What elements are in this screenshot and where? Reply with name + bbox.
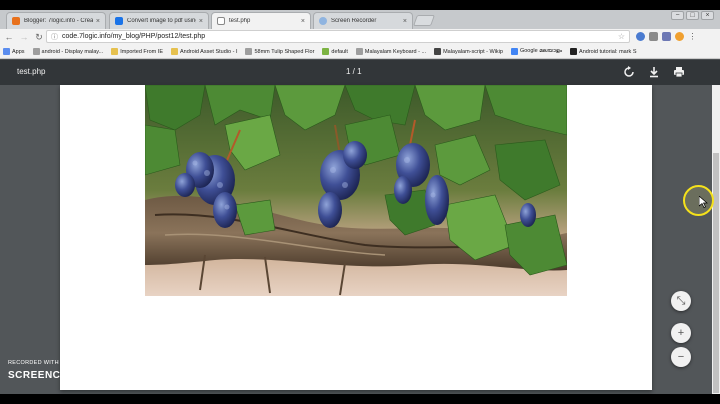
address-bar[interactable]: ⓘ code.7logic.info/my_blog/PHP/post12/te… [46, 30, 630, 43]
watermark-brand-left: SCREENCAST [8, 369, 82, 381]
pdf-title: test.php [17, 67, 46, 76]
minus-icon: − [677, 351, 685, 363]
mouse-cursor-icon [699, 196, 708, 208]
bookmark-label: default [331, 48, 348, 55]
scrollbar-thumb[interactable] [713, 153, 719, 393]
pdf-page [60, 85, 652, 390]
screencast-o-matic-logo-icon [84, 368, 99, 382]
close-icon[interactable]: × [199, 18, 203, 25]
minimize-button[interactable]: − [671, 11, 684, 20]
maximize-button[interactable]: □ [686, 11, 699, 20]
info-icon[interactable]: ⓘ [51, 32, 58, 42]
extension-blue-icon[interactable] [636, 32, 645, 41]
google-icon [510, 48, 518, 55]
star-icon[interactable]: ☆ [618, 32, 625, 41]
bookmark-item[interactable]: Malayalam Keyboard - ... [355, 48, 427, 55]
bookmark-label: android - Display malay... [41, 48, 104, 55]
tab-label: test.php [229, 18, 251, 24]
bookmarks-bar: Apps android - Display malay... Imported… [0, 45, 720, 59]
close-window-button[interactable]: × [701, 11, 714, 20]
extension-orange-icon[interactable] [675, 32, 684, 41]
pdf-viewer[interactable]: ⤡ + − [0, 85, 720, 394]
close-icon[interactable]: × [96, 18, 100, 25]
zoom-in-button[interactable]: + [671, 323, 691, 343]
url-text: code.7logic.info/my_blog/PHP/post12/test… [62, 33, 206, 40]
bookmark-folder[interactable]: Android Asset Studio - I [171, 48, 237, 55]
bookmark-label: 58mm Tulip Shaped Flor [254, 48, 315, 55]
tab-strip: Blogger: 7logic.info - Create × Convert … [0, 0, 720, 29]
browser-toolbar: ← → ↻ ⓘ code.7logic.info/my_blog/PHP/pos… [0, 29, 720, 45]
pdf-toolbar: test.php 1 / 1 [0, 60, 720, 85]
zoom-out-button[interactable]: − [671, 347, 691, 367]
watermark-line1: RECORDED WITH [8, 360, 59, 366]
bookmark-item[interactable]: Malayalam-script - Wikip [434, 48, 503, 55]
window-controls: − □ × [671, 11, 714, 20]
menu-icon[interactable]: ⋮ [688, 32, 697, 41]
page-icon [245, 48, 253, 55]
tab-blogger[interactable]: Blogger: 7logic.info - Create × [6, 12, 106, 29]
bookmark-apps[interactable]: Apps [3, 48, 25, 55]
plus-icon: + [677, 327, 685, 339]
screen: Blogger: 7logic.info - Create × Convert … [0, 0, 720, 404]
tab-label: Convert image to pdf using [127, 18, 196, 24]
close-icon[interactable]: × [301, 18, 305, 25]
bookmark-label: Google മലയാളം [519, 48, 563, 54]
grapevine-image [145, 85, 567, 296]
page-icon [32, 48, 40, 55]
grapevine-illustration [145, 85, 567, 296]
bookmark-item[interactable]: android - Display malay... [32, 48, 104, 55]
bookmark-label: Android Asset Studio - I [180, 48, 238, 55]
bottom-letterbox [0, 394, 720, 404]
keyboard-icon [355, 48, 363, 55]
watermark-brand-right: MATIC [101, 369, 136, 381]
extension-php-icon[interactable] [662, 32, 671, 41]
blogger-icon [12, 17, 20, 25]
page-indicator: 1 / 1 [346, 67, 362, 76]
bookmark-label: Malayalam-script - Wikip [443, 48, 503, 55]
folder-icon [171, 48, 178, 55]
bookmark-label: Malayalam Keyboard - ... [364, 48, 427, 55]
bookmark-item[interactable]: default [322, 48, 348, 55]
bookmark-label: Apps [12, 48, 25, 55]
bookmark-label: Android tutorial: mark S [579, 48, 637, 55]
tab-test-php[interactable]: test.php × [211, 12, 311, 29]
apps-grid-icon [3, 48, 10, 55]
forward-icon[interactable]: → [18, 31, 30, 43]
tab-screen-recorder[interactable]: Screen Recorder × [313, 12, 413, 29]
print-icon[interactable] [673, 66, 685, 78]
scrollbar[interactable] [712, 85, 720, 394]
recording-watermark: RECORDED WITH SCREENCAST MATIC [8, 360, 135, 382]
tab-convert-image[interactable]: Convert image to pdf using × [109, 12, 209, 29]
bookmark-folder[interactable]: Imported From IE [111, 48, 163, 55]
page-icon [570, 48, 578, 55]
fit-page-icon: ⤡ [676, 295, 686, 307]
fit-to-page-button[interactable]: ⤡ [671, 291, 691, 311]
wikipedia-icon [434, 48, 442, 55]
bookmark-item[interactable]: Android tutorial: mark S [570, 48, 637, 55]
document-icon [217, 17, 225, 25]
close-icon[interactable]: × [403, 18, 407, 25]
back-icon[interactable]: ← [3, 31, 15, 43]
extension-icons: ⋮ [636, 32, 697, 41]
new-tab-button[interactable] [412, 15, 436, 26]
extension-screen-icon[interactable] [649, 32, 658, 41]
page-icon [115, 17, 123, 25]
globe-icon [319, 17, 327, 25]
bookmark-item[interactable]: 58mm Tulip Shaped Flor [245, 48, 314, 55]
tab-label: Blogger: 7logic.info - Create [24, 18, 93, 24]
bookmark-label: Imported From IE [120, 48, 163, 55]
reload-icon[interactable]: ↻ [33, 31, 45, 43]
bookmark-item[interactable]: Google മലയാളം [510, 48, 563, 55]
download-icon[interactable] [648, 66, 660, 78]
rotate-icon[interactable] [623, 66, 635, 78]
android-icon [322, 48, 330, 55]
folder-icon [111, 48, 119, 55]
watermark-line2: SCREENCAST MATIC [8, 368, 135, 382]
tab-label: Screen Recorder [331, 18, 377, 24]
